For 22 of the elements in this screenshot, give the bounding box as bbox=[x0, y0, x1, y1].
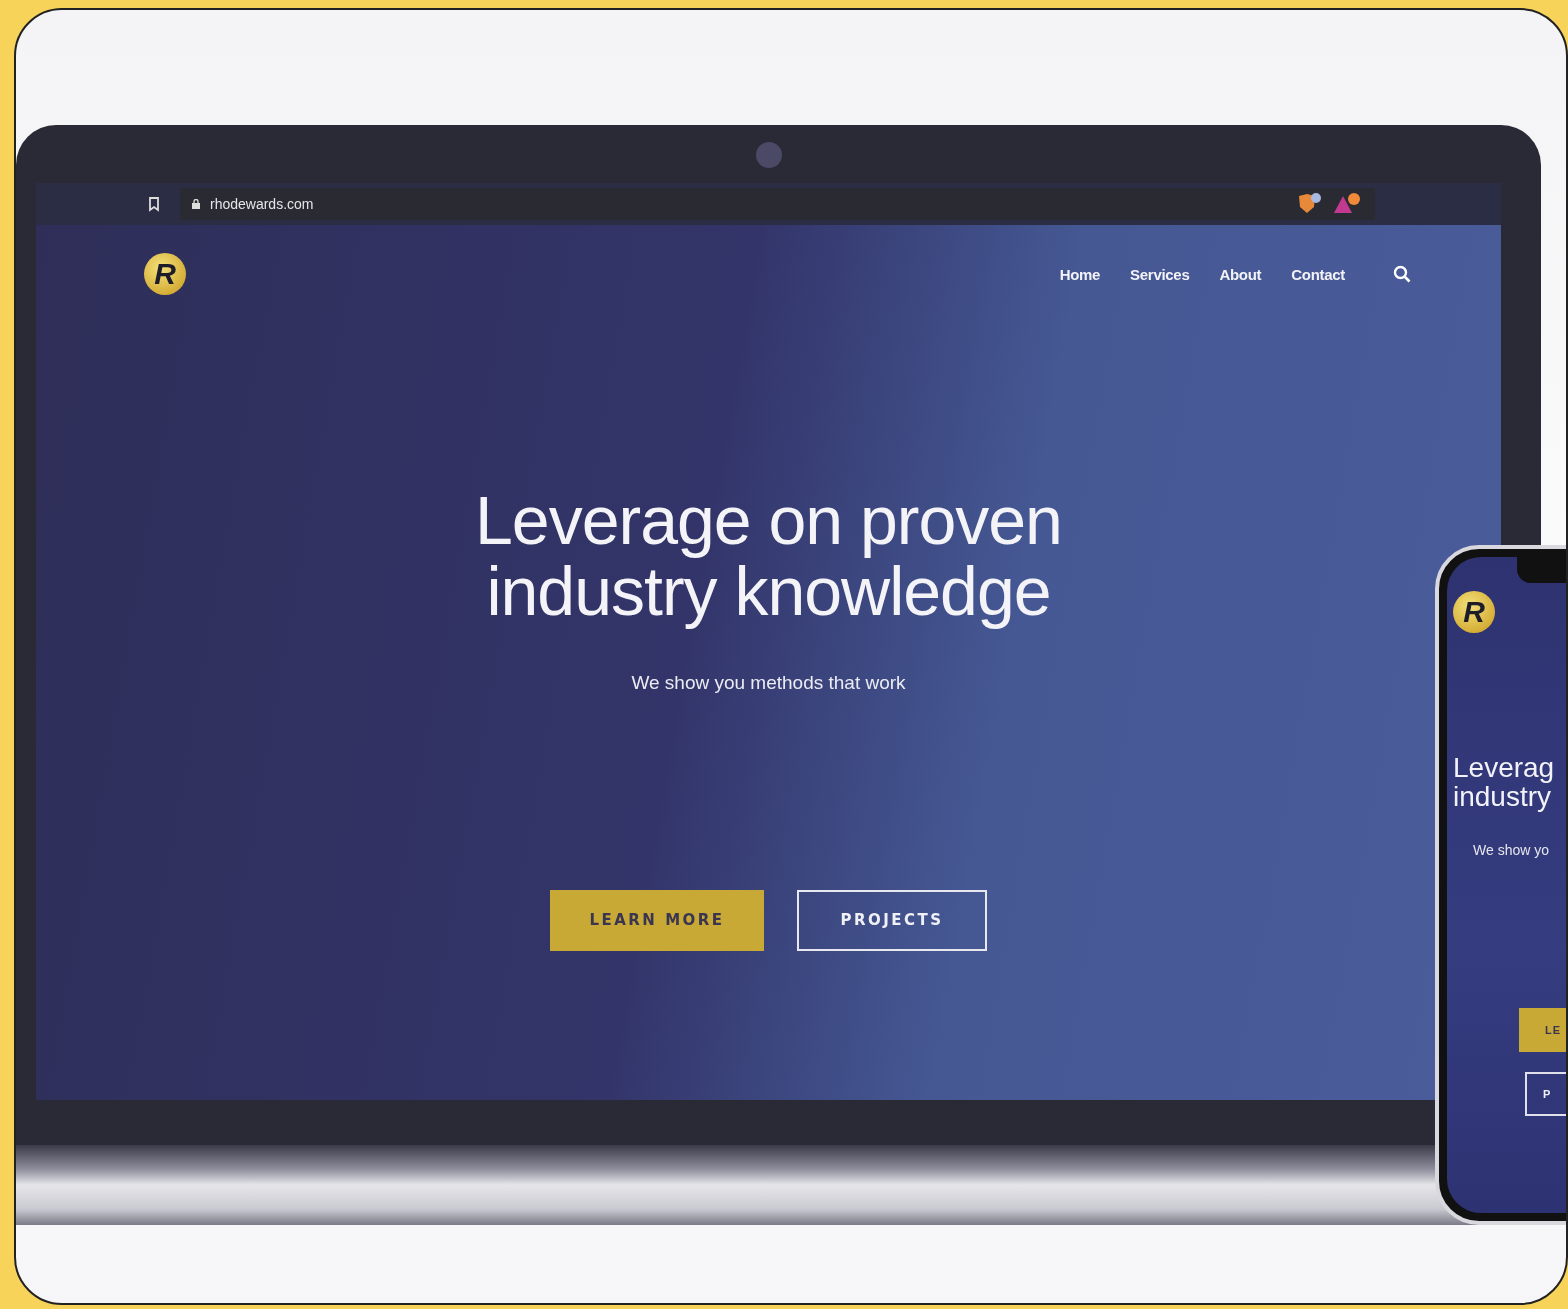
webcam-icon bbox=[756, 142, 782, 168]
url-text: rhodewards.com bbox=[210, 196, 314, 212]
hero-headline: Leverage on proven industry knowledge bbox=[475, 485, 1062, 628]
hero-headline: Leverag industry bbox=[1453, 753, 1556, 812]
bookmark-icon[interactable] bbox=[148, 196, 160, 212]
triangle-icon[interactable] bbox=[1333, 193, 1363, 215]
address-bar[interactable]: rhodewards.com bbox=[180, 188, 1375, 220]
nav-link[interactable]: About bbox=[1219, 265, 1262, 283]
cta-button[interactable]: LEARN MORE bbox=[550, 889, 764, 951]
lock-icon bbox=[192, 199, 200, 209]
cta-button[interactable]: LE bbox=[1519, 1007, 1566, 1052]
hero-subtitle: We show you methods that work bbox=[631, 671, 906, 694]
search-icon[interactable] bbox=[1393, 265, 1411, 283]
cta-button[interactable]: PROJECTS bbox=[797, 889, 987, 951]
nav-link[interactable]: Contact bbox=[1291, 265, 1345, 283]
hero-subtitle: We show yo bbox=[1473, 841, 1550, 858]
logo-icon[interactable]: R bbox=[144, 253, 186, 295]
nav-link[interactable]: Services bbox=[1130, 265, 1190, 283]
logo-icon[interactable]: R bbox=[1453, 591, 1495, 633]
shield-icon[interactable] bbox=[1297, 193, 1323, 215]
nav-link[interactable]: Home bbox=[1059, 265, 1101, 283]
cta-button[interactable]: P bbox=[1525, 1071, 1566, 1116]
